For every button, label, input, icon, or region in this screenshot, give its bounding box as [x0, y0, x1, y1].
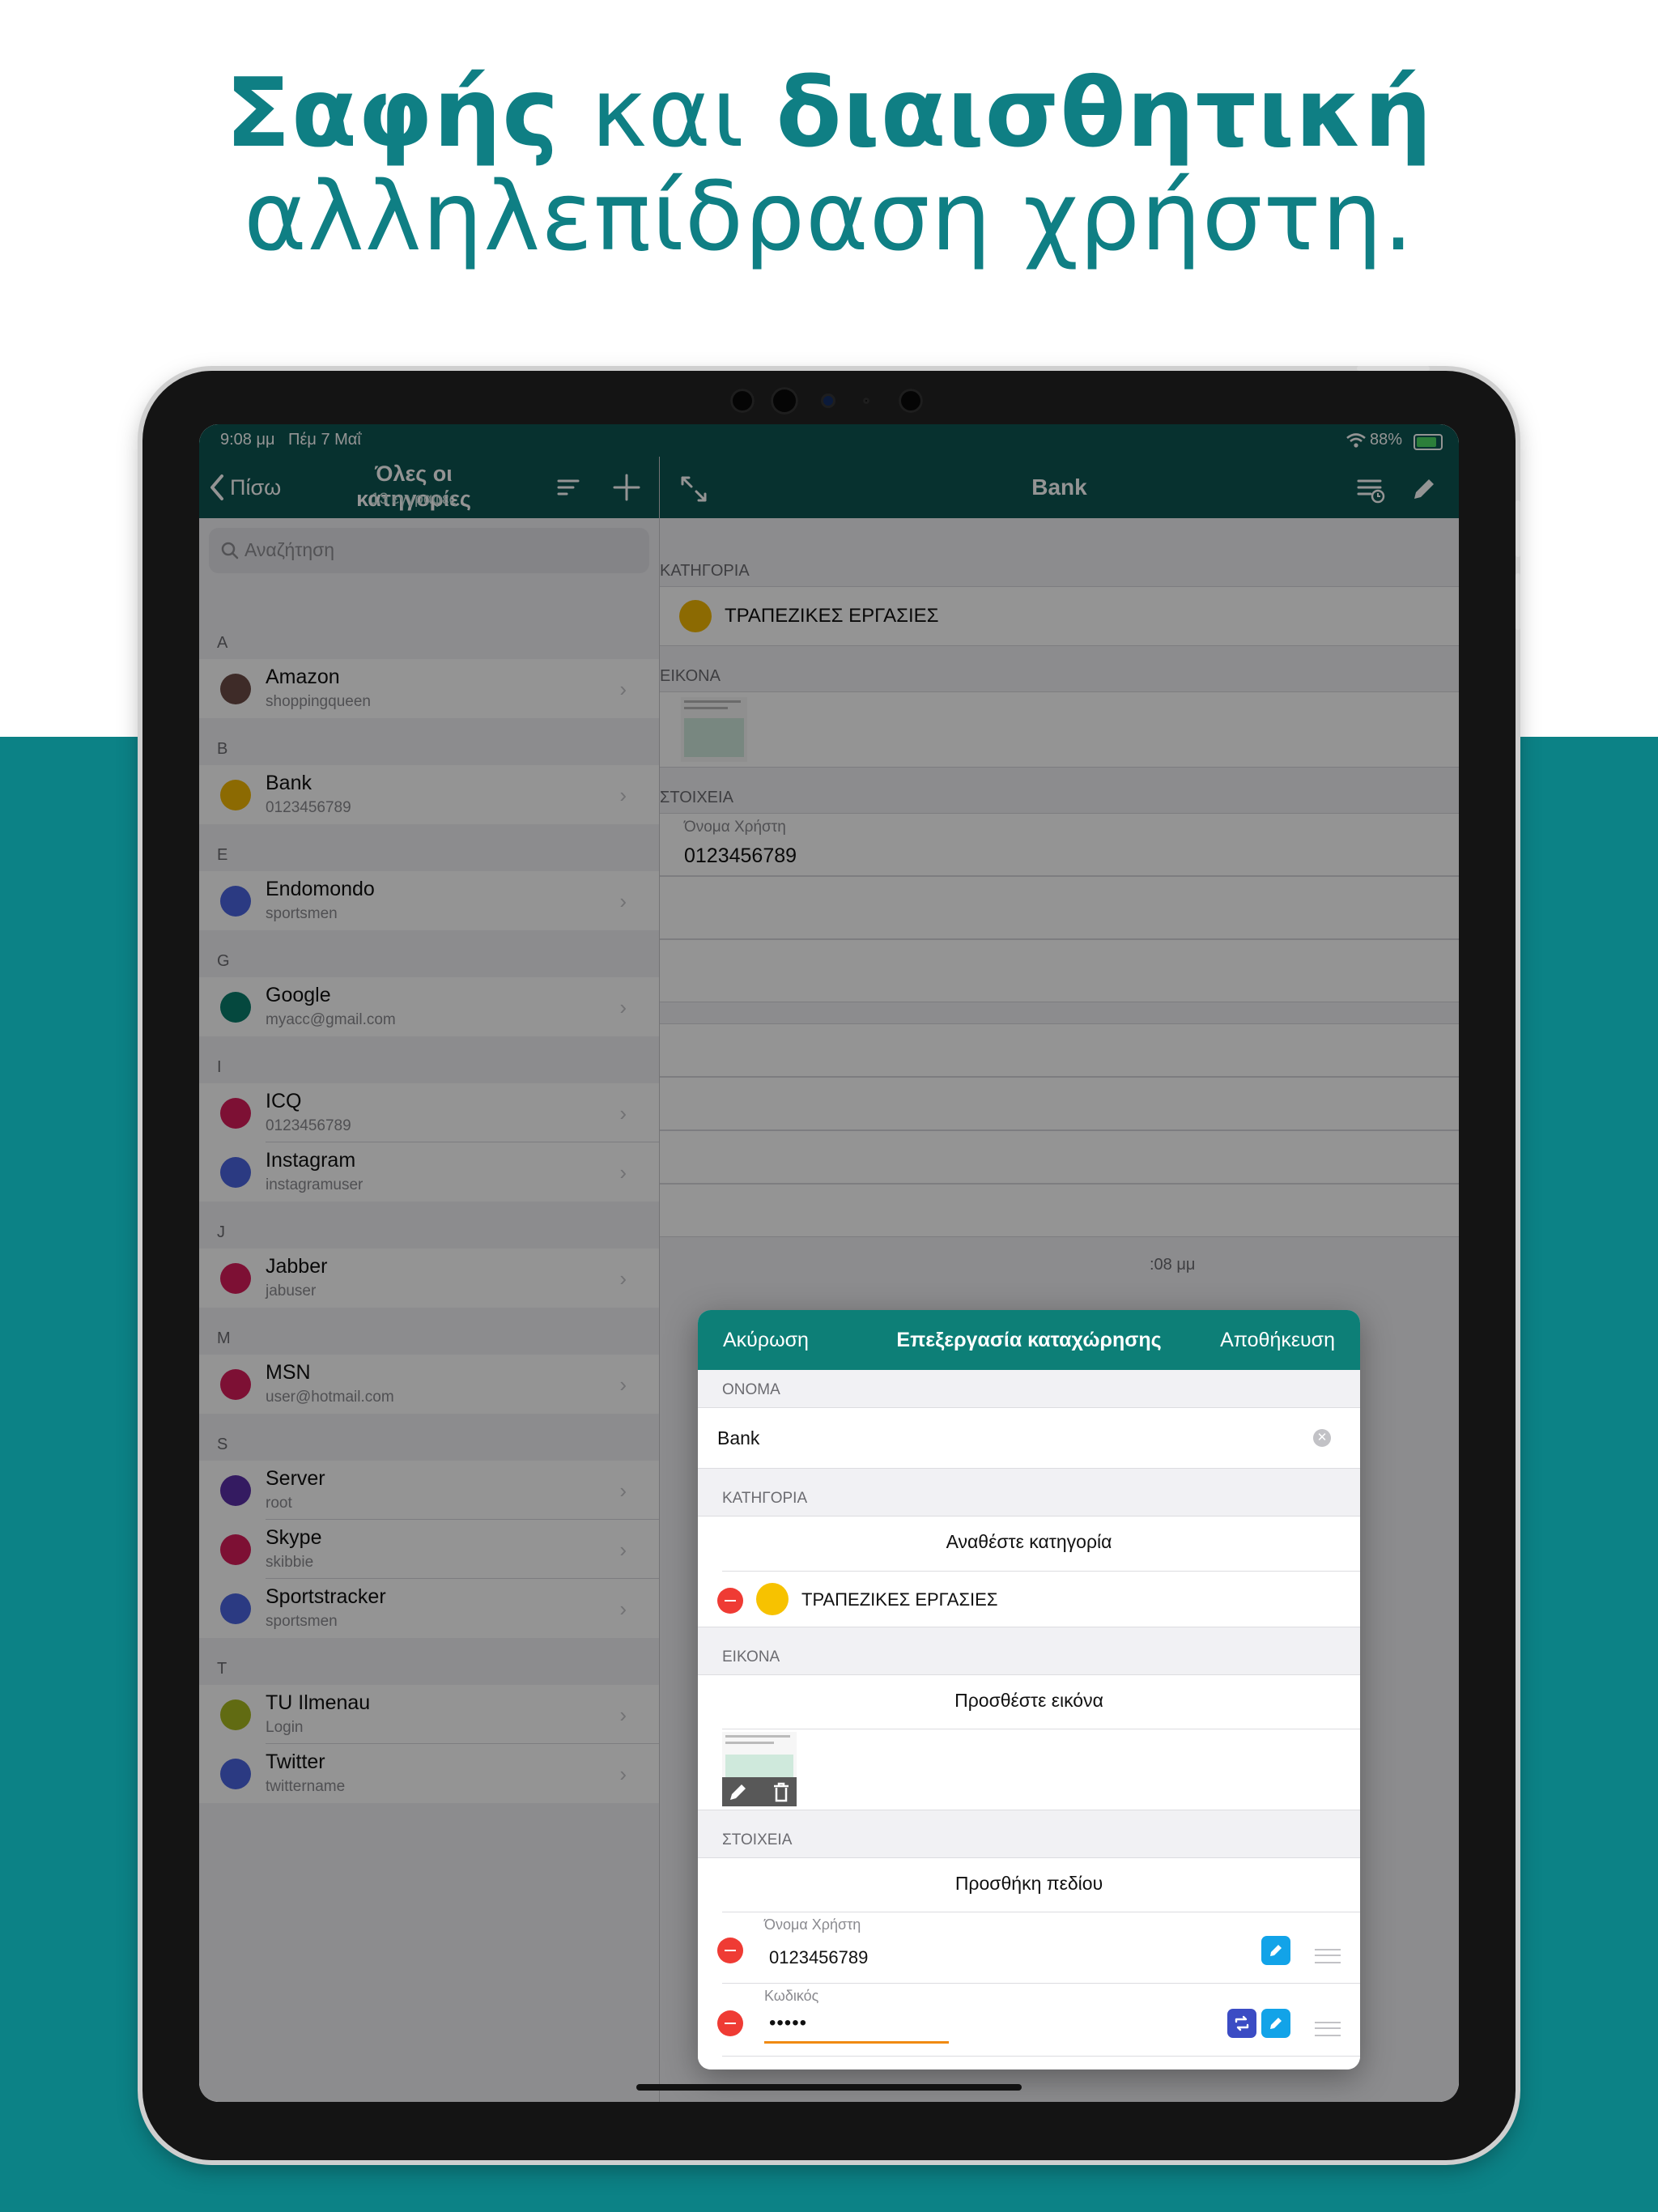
delete-image-trash-icon[interactable] — [771, 1780, 792, 1803]
volume-down-button — [1516, 573, 1520, 630]
edit-image-pencil-icon[interactable] — [727, 1780, 750, 1803]
camera-sensor — [771, 387, 798, 415]
save-button[interactable]: Αποθήκευση — [1220, 1329, 1335, 1352]
field-label-username: Όνομα Χρήστη — [764, 1916, 861, 1933]
category-group: Αναθέστε κατηγορία ΤΡΑΠΕΖΙΚΕΣ ΕΡΓΑΣΙΕΣ — [698, 1516, 1360, 1627]
clear-text-button[interactable]: ✕ — [1313, 1429, 1331, 1447]
front-camera — [821, 393, 835, 408]
camera-sensor — [899, 389, 923, 413]
volume-up-button — [1516, 500, 1520, 557]
clear-icon: ✕ — [1316, 1431, 1328, 1444]
field-label-password: Κωδικός — [764, 1988, 819, 2004]
generate-password-button[interactable] — [1227, 2009, 1256, 2038]
thumbnail-text-line — [725, 1742, 774, 1744]
headline-line-1: Σαφής και διαισθητική — [225, 57, 1433, 168]
name-section-header: ΟΝΟΜΑ — [722, 1381, 780, 1398]
field-value-username[interactable]: 0123456789 — [769, 1947, 868, 1968]
ipad-device: Πίσω Όλες οι κατηγορίες 13 εγγραφές Αναζ… — [142, 366, 1520, 2160]
home-indicator — [636, 2084, 1022, 2091]
separator — [722, 1983, 1360, 1984]
name-field[interactable]: Bank ✕ — [698, 1407, 1360, 1469]
add-image-button[interactable]: Προσθέστε εικόνα — [698, 1690, 1360, 1712]
modal-image-thumbnail — [722, 1732, 797, 1806]
remove-field-button[interactable] — [717, 2010, 743, 2036]
pencil-icon — [1270, 1945, 1282, 1956]
thumbnail-text-line — [725, 1735, 790, 1738]
camera-sensor — [730, 389, 755, 413]
modal-category-dot — [756, 1583, 789, 1615]
headline: Σαφής και διαισθητική αλληλεπίδραση χρήσ… — [0, 61, 1658, 268]
separator — [722, 2056, 1360, 2057]
field-value-password[interactable]: ••••• — [769, 2012, 807, 2035]
remove-category-button[interactable] — [717, 1588, 743, 1614]
remove-field-button[interactable] — [717, 1938, 743, 1963]
reorder-handle-icon[interactable] — [1315, 1949, 1341, 1963]
category-section-header: ΚΑΤΗΓΟΡΙΑ — [722, 1490, 808, 1507]
add-field-button[interactable]: Προσθήκη πεδίου — [698, 1873, 1360, 1895]
reorder-handle-icon[interactable] — [1315, 2022, 1341, 2036]
name-input-value[interactable]: Bank — [717, 1427, 759, 1449]
fields-section-header: ΣΤΟΙΧΕΙΑ — [722, 1831, 793, 1848]
pencil-icon — [1270, 2018, 1282, 2029]
edit-entry-modal: Ακύρωση Επεξεργασία καταχώρησης Αποθήκευ… — [698, 1310, 1360, 2069]
assign-category-button[interactable]: Αναθέστε κατηγορία — [698, 1531, 1360, 1553]
headline-line-2: αλληλεπίδραση χρήστη. — [244, 160, 1414, 272]
thumbnail-action-strip — [722, 1777, 797, 1806]
top-button — [1357, 366, 1430, 371]
password-focus-underline — [764, 2041, 949, 2044]
screen: Πίσω Όλες οι κατηγορίες 13 εγγραφές Αναζ… — [199, 424, 1459, 2102]
thumbnail-highlight — [725, 1755, 793, 1777]
modal-category-name: ΤΡΑΠΕΖΙΚΕΣ ΕΡΓΑΣΙΕΣ — [801, 1589, 998, 1610]
fields-group: Προσθήκη πεδίου Όνομα Χρήστη 0123456789 … — [698, 1857, 1360, 2069]
image-group: Προσθέστε εικόνα — [698, 1674, 1360, 1810]
modal-header: Ακύρωση Επεξεργασία καταχώρησης Αποθήκευ… — [698, 1310, 1360, 1370]
refresh-icon — [1235, 2015, 1249, 2031]
ambient-sensor — [863, 398, 869, 404]
edit-field-button[interactable] — [1261, 1936, 1290, 1965]
image-section-header: ΕΙΚΟΝΑ — [722, 1648, 780, 1665]
separator — [722, 1571, 1360, 1572]
edit-field-button[interactable] — [1261, 2009, 1290, 2038]
